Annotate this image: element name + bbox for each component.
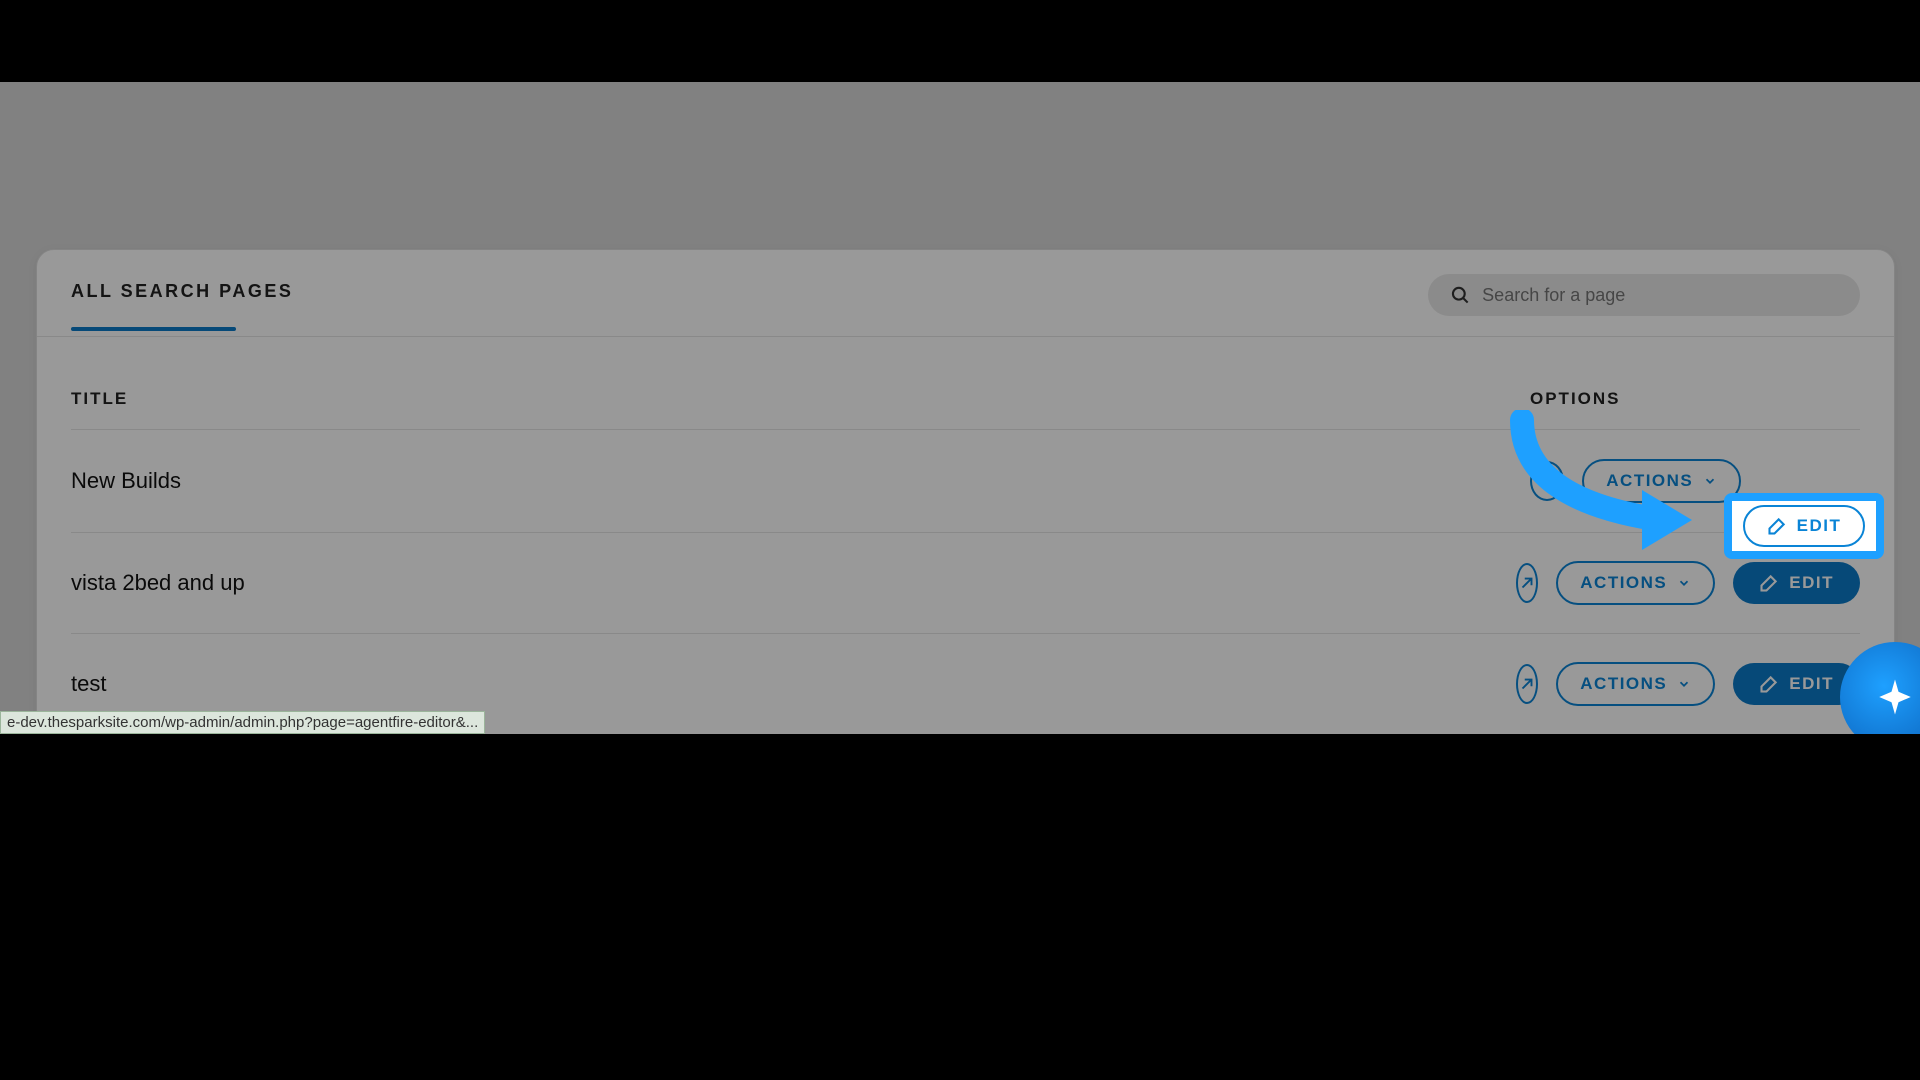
chevron-down-icon <box>1677 677 1691 691</box>
table-row: vista 2bed and up ACTIONS EDIT <box>71 533 1860 634</box>
card-header: ALL SEARCH PAGES <box>37 250 1894 337</box>
pencil-icon <box>1759 674 1779 694</box>
table-header: TITLE OPTIONS <box>71 389 1860 430</box>
edit-label: EDIT <box>1789 573 1834 593</box>
tab-label: ALL SEARCH PAGES <box>71 281 293 301</box>
pencil-icon <box>1759 573 1779 593</box>
edit-button[interactable]: EDIT <box>1733 562 1860 604</box>
table: TITLE OPTIONS New Builds ACTIONS EDIT <box>37 337 1894 735</box>
actions-label: ACTIONS <box>1606 471 1693 491</box>
row-options: ACTIONS EDIT <box>1530 561 1860 605</box>
letterbox-bottom <box>0 734 1920 1080</box>
actions-button[interactable]: ACTIONS <box>1556 561 1715 605</box>
external-link-icon <box>1538 472 1556 490</box>
actions-label: ACTIONS <box>1580 573 1667 593</box>
pencil-icon <box>1767 516 1787 536</box>
row-options: ACTIONS EDIT <box>1530 662 1860 706</box>
chevron-down-icon <box>1703 474 1717 488</box>
search-input[interactable] <box>1482 285 1838 306</box>
actions-button[interactable]: ACTIONS <box>1556 662 1715 706</box>
open-link-button[interactable] <box>1516 664 1538 704</box>
sparkle-icon <box>1874 676 1916 718</box>
table-row: New Builds ACTIONS EDIT <box>71 430 1860 533</box>
open-link-button[interactable] <box>1516 563 1538 603</box>
edit-button-highlighted[interactable]: EDIT <box>1743 505 1866 547</box>
column-header-options: OPTIONS <box>1530 389 1860 409</box>
edit-label: EDIT <box>1797 516 1842 536</box>
actions-button[interactable]: ACTIONS <box>1582 459 1741 503</box>
open-link-button[interactable] <box>1530 461 1564 501</box>
status-url-tooltip: e-dev.thesparksite.com/wp-admin/admin.ph… <box>0 711 485 734</box>
tab-all-search-pages[interactable]: ALL SEARCH PAGES <box>71 281 293 330</box>
row-title: vista 2bed and up <box>71 570 1530 596</box>
tab-underline <box>71 327 236 331</box>
chevron-down-icon <box>1677 576 1691 590</box>
edit-label: EDIT <box>1789 674 1834 694</box>
actions-label: ACTIONS <box>1580 674 1667 694</box>
column-header-title: TITLE <box>71 389 1530 409</box>
highlight-edit-callout: EDIT <box>1724 493 1884 559</box>
row-title: New Builds <box>71 468 1530 494</box>
search-wrap[interactable] <box>1428 274 1860 316</box>
row-title: test <box>71 671 1530 697</box>
external-link-icon <box>1518 675 1536 693</box>
external-link-icon <box>1518 574 1536 592</box>
search-icon <box>1450 284 1470 306</box>
